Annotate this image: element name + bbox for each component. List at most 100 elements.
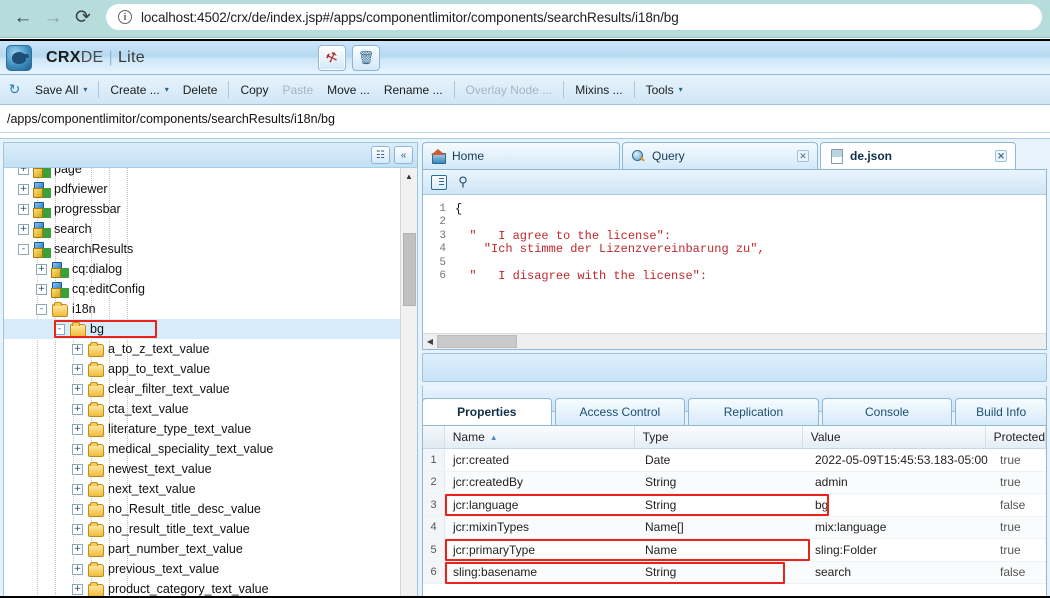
expand-node-icon[interactable]: +	[72, 583, 83, 595]
menu-move[interactable]: Move ...	[320, 79, 377, 101]
expand-node-icon[interactable]: +	[72, 523, 83, 535]
back-icon[interactable]: ←	[8, 2, 38, 32]
tree-node-list: + page + pdfviewer + progressbar + search - searc…	[4, 168, 400, 596]
tree-node-literature-type-text-value[interactable]: + literature_type_text_value	[4, 419, 400, 439]
tree-node-search[interactable]: + search	[4, 219, 400, 239]
cell-value: sling:Folder	[815, 542, 878, 557]
column-header-type[interactable]: Type	[635, 426, 803, 448]
collapse-node-icon[interactable]: -	[54, 323, 65, 335]
expand-node-icon[interactable]: +	[72, 403, 83, 415]
tree-node-newest-text-value[interactable]: + newest_text_value	[4, 459, 400, 479]
expand-node-icon[interactable]: +	[18, 168, 29, 175]
tree-node-medical-speciality-text-value[interactable]: + medical_speciality_text_value	[4, 439, 400, 459]
menu-save-all[interactable]: Save All ▾	[28, 79, 94, 101]
table-row[interactable]: 6 sling:basename String search false	[423, 561, 1046, 584]
expand-node-icon[interactable]: +	[36, 263, 47, 275]
code-line-text: "Ich stimme der Lizenzvereinbarung zu",	[455, 242, 765, 257]
forward-icon[interactable]: →	[38, 2, 68, 32]
menu-copy[interactable]: Copy	[233, 79, 275, 101]
tree-node-no-result-title-text-value[interactable]: + no_result_title_text_value	[4, 519, 400, 539]
expand-node-icon[interactable]: +	[18, 183, 29, 195]
collapse-node-icon[interactable]: -	[18, 243, 29, 255]
tree-scrollbar-thumb[interactable]	[403, 233, 416, 306]
info-icon[interactable]: i	[118, 10, 132, 24]
column-header-protected[interactable]: Protected	[986, 426, 1046, 448]
outline-icon[interactable]	[431, 174, 447, 190]
tree-node-label: newest_text_value	[108, 462, 212, 476]
column-header-name[interactable]: Name ▲	[445, 426, 635, 448]
wrench-icon[interactable]: ⚒	[318, 45, 346, 71]
tree-node-cq-dialog[interactable]: + cq:dialog	[4, 259, 400, 279]
editor-tab-strip: Home Query ✕ de.json ✕	[422, 142, 1047, 169]
tree-scroll-viewport[interactable]: + page + pdfviewer + progressbar + search - searc…	[4, 168, 400, 596]
binoculars-icon[interactable]: ☷	[371, 146, 390, 164]
column-header-value[interactable]: Value	[803, 426, 986, 448]
tab-properties[interactable]: Properties	[422, 398, 552, 425]
tree-node-product-category-text-value[interactable]: + product_category_text_value	[4, 579, 400, 596]
trash-icon[interactable]: 🗑	[352, 45, 380, 71]
expand-node-icon[interactable]: +	[72, 423, 83, 435]
expand-node-icon[interactable]: +	[72, 563, 83, 575]
tree-node-no-result-title-desc-value[interactable]: + no_Result_title_desc_value	[4, 499, 400, 519]
expand-node-icon[interactable]: +	[72, 443, 83, 455]
reload-icon[interactable]: ⟳	[68, 2, 98, 32]
expand-node-icon[interactable]: +	[72, 383, 83, 395]
table-row[interactable]: 2 jcr:createdBy String admin true	[423, 471, 1046, 494]
tree-node-cta-text-value[interactable]: + cta_text_value	[4, 399, 400, 419]
close-icon[interactable]: ✕	[995, 150, 1007, 162]
tree-node-cq-editconfig[interactable]: + cq:editConfig	[4, 279, 400, 299]
tab-replication[interactable]: Replication	[688, 398, 819, 425]
expand-node-icon[interactable]: +	[72, 543, 83, 555]
menu-rename[interactable]: Rename ...	[377, 79, 450, 101]
scroll-left-icon[interactable]: ◀	[423, 337, 437, 346]
folder-icon	[87, 461, 104, 477]
tree-node-next-text-value[interactable]: + next_text_value	[4, 479, 400, 499]
expand-node-icon[interactable]: +	[72, 463, 83, 475]
tree-node-app-to-text-value[interactable]: + app_to_text_value	[4, 359, 400, 379]
scroll-up-icon[interactable]: ▲	[401, 168, 417, 184]
expand-node-icon[interactable]: +	[72, 343, 83, 355]
tree-node-bg[interactable]: - bg	[4, 319, 400, 339]
menu-delete[interactable]: Delete	[176, 79, 225, 101]
expand-node-icon[interactable]: +	[36, 283, 47, 295]
expand-node-icon[interactable]: +	[72, 483, 83, 495]
tree-node-page[interactable]: + page	[4, 168, 400, 179]
editor-hscrollbar-thumb[interactable]	[437, 335, 517, 348]
tab-build-info[interactable]: Build Info	[955, 398, 1048, 425]
tab-de-json[interactable]: de.json ✕	[820, 142, 1016, 169]
refresh-icon[interactable]: ↻	[6, 81, 23, 98]
tree-node-searchresults[interactable]: - searchResults	[4, 239, 400, 259]
tree-node-part-number-text-value[interactable]: + part_number_text_value	[4, 539, 400, 559]
table-row[interactable]: 5 jcr:primaryType Name sling:Folder true	[423, 539, 1046, 562]
tab-home[interactable]: Home	[422, 142, 620, 169]
collapse-all-icon[interactable]: «	[394, 146, 413, 164]
tab-access-control[interactable]: Access Control	[554, 398, 686, 425]
expand-node-icon[interactable]: +	[18, 223, 29, 235]
tab-console[interactable]: Console	[821, 398, 953, 425]
close-icon[interactable]: ✕	[797, 150, 809, 162]
tree-node-i18n[interactable]: - i18n	[4, 299, 400, 319]
folder-icon	[87, 481, 104, 497]
find-icon[interactable]: ⚲	[455, 174, 471, 190]
table-row[interactable]: 1 jcr:created Date 2022-05-09T15:45:53.183-…	[423, 449, 1046, 472]
tab-query[interactable]: Query ✕	[622, 142, 818, 169]
tree-node-clear-filter-text-value[interactable]: + clear_filter_text_value	[4, 379, 400, 399]
menu-create[interactable]: Create ... ▾	[103, 79, 175, 101]
table-row[interactable]: 4 jcr:mixinTypes Name[] mix:language true	[423, 516, 1046, 539]
menu-mixins[interactable]: Mixins ...	[568, 79, 629, 101]
expand-node-icon[interactable]: +	[72, 363, 83, 375]
current-path-field[interactable]: /apps/componentlimitor/components/search…	[0, 105, 1050, 133]
tree-node-progressbar[interactable]: + progressbar	[4, 199, 400, 219]
code-content[interactable]: 1{2 3 " I agree to the license": 4 "Ich st…	[423, 195, 1046, 327]
collapse-node-icon[interactable]: -	[36, 303, 47, 315]
menu-tools[interactable]: Tools ▾	[639, 79, 690, 101]
tree-node-previous-text-value[interactable]: + previous_text_value	[4, 559, 400, 579]
tree-node-pdfviewer[interactable]: + pdfviewer	[4, 179, 400, 199]
expand-node-icon[interactable]: +	[18, 203, 29, 215]
table-row[interactable]: 3 jcr:language String bg false	[423, 494, 1046, 517]
editor-horizontal-scrollbar[interactable]: ◀	[423, 333, 1046, 349]
tree-vertical-scrollbar[interactable]: ▲	[400, 168, 417, 596]
tree-node-a-to-z-text-value[interactable]: + a_to_z_text_value	[4, 339, 400, 359]
address-bar[interactable]: i localhost:4502/crx/de/index.jsp#/apps/…	[106, 4, 1042, 30]
expand-node-icon[interactable]: +	[72, 503, 83, 515]
